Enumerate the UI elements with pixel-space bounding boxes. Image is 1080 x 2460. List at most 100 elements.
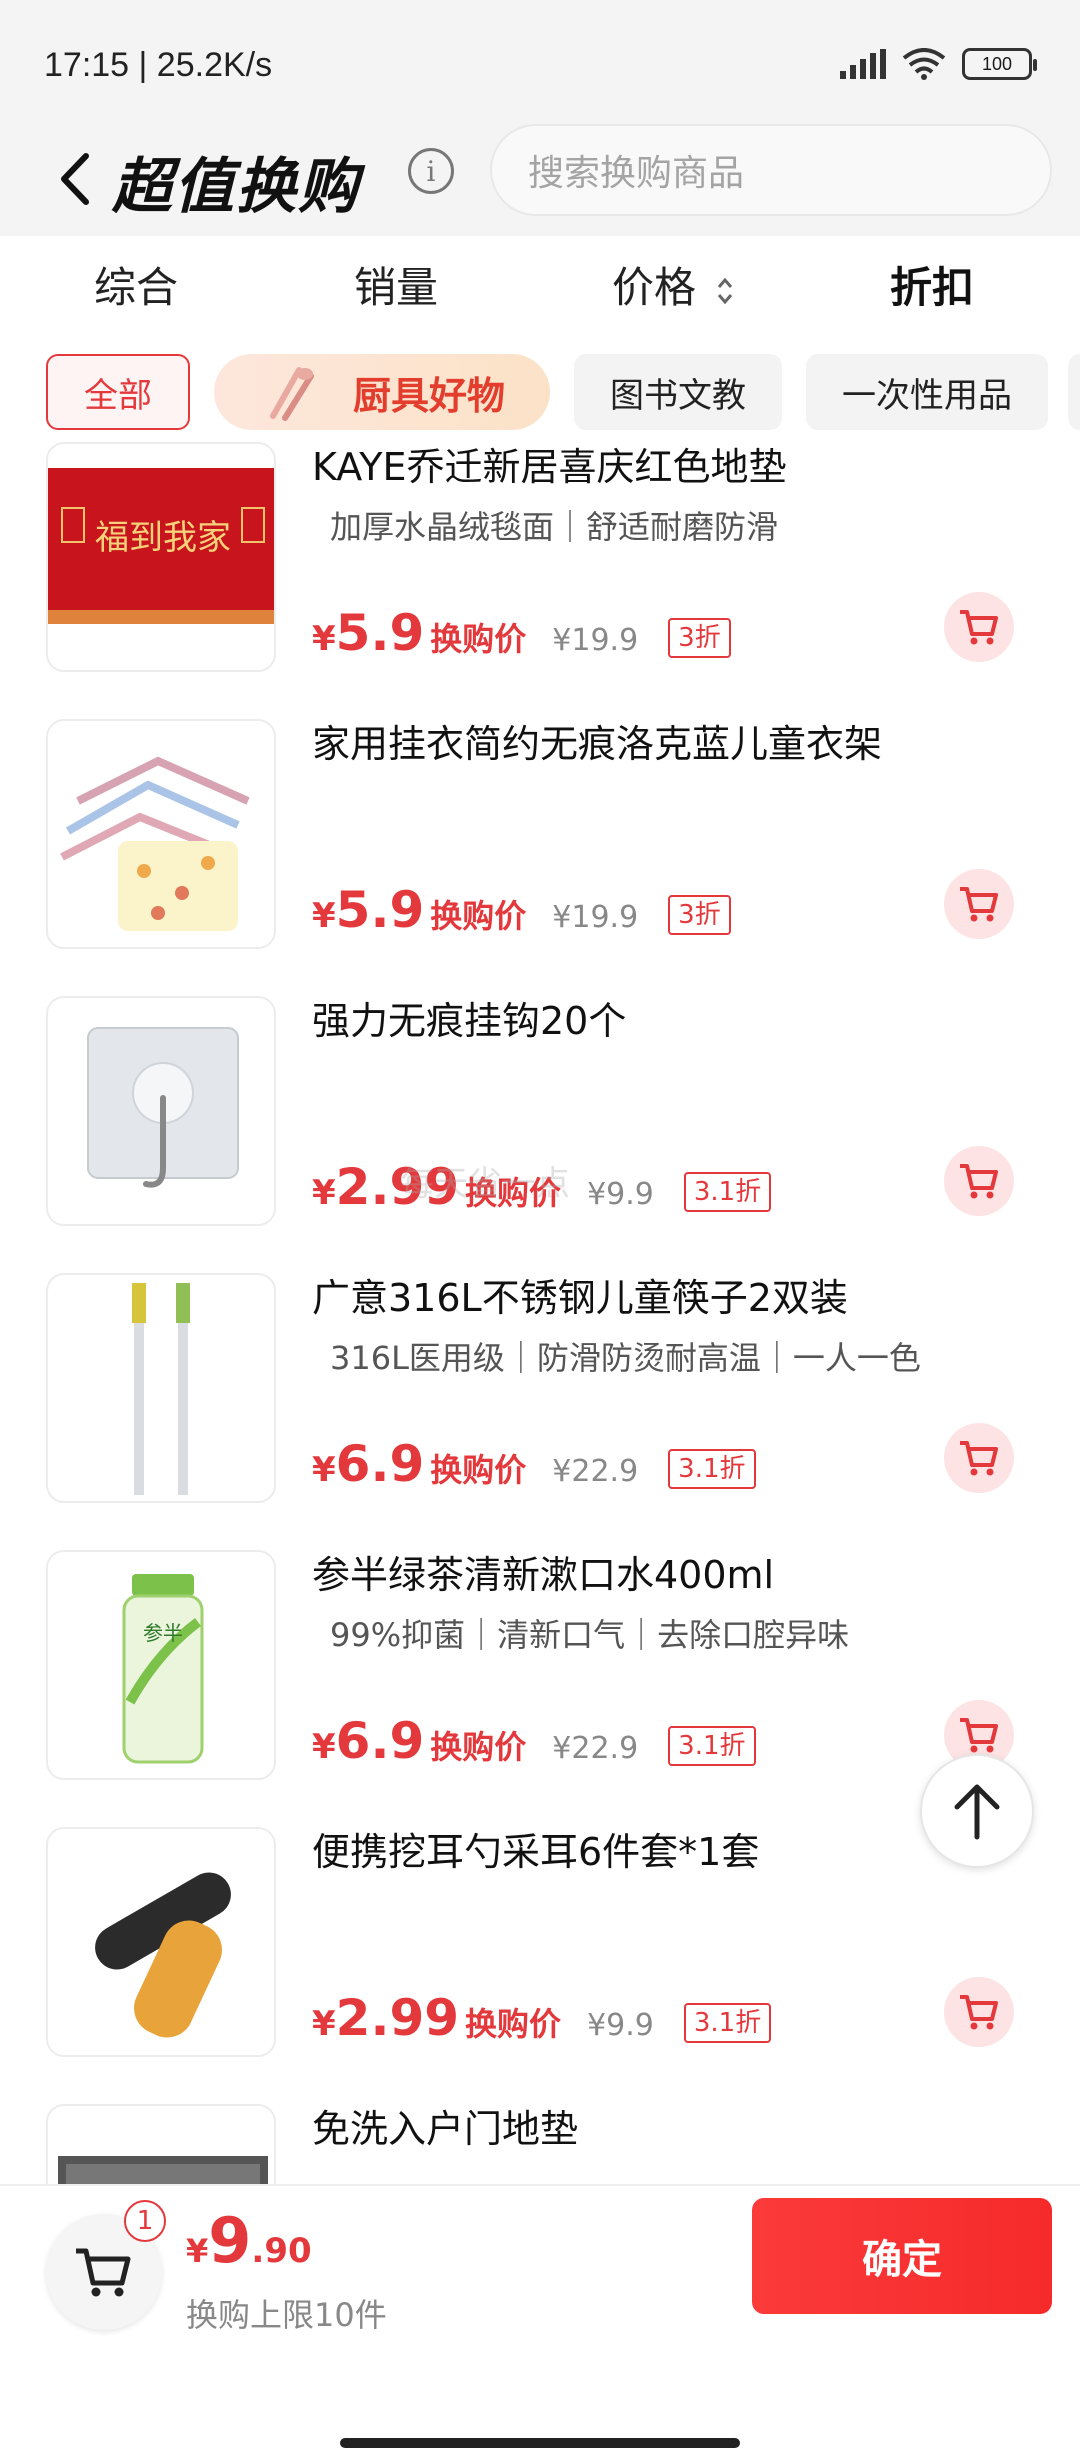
product-image	[46, 996, 276, 1226]
exchange-price: 6.9	[335, 1435, 425, 1493]
product-item[interactable]: 福到我家 KAYE乔迁新居喜庆红色地垫 加厚水晶绒毯面｜舒适耐磨防滑 ¥ 5.9…	[0, 440, 1080, 703]
yen-symbol: ¥	[312, 1450, 336, 1490]
total-yen: ¥	[186, 2232, 209, 2270]
product-item[interactable]: 参半 参半绿茶清新漱口水400ml 99%抑菌｜清新口气｜去除口腔异味 ¥ 6.…	[0, 1534, 1080, 1811]
product-item[interactable]: 免洗入户门地垫	[0, 2088, 1080, 2184]
yen-symbol: ¥	[312, 1727, 336, 1767]
category-disposable[interactable]: 一次性用品	[806, 354, 1048, 430]
discount-badge: 3折	[668, 618, 731, 658]
sort-bar: 综合 销量 价格 折扣	[0, 236, 1080, 332]
product-image: 参半	[46, 1550, 276, 1780]
cart-icon	[960, 1441, 998, 1476]
price-label: 换购价	[430, 1451, 527, 1489]
exchange-price: 5.9	[335, 881, 425, 939]
add-to-cart-button[interactable]	[944, 1146, 1014, 1216]
total-integer: 9	[208, 2204, 252, 2277]
sort-tab-discount[interactable]: 折扣	[890, 254, 974, 315]
exchange-limit: 换购上限10件	[186, 2296, 387, 2334]
price-label: 换购价	[430, 620, 527, 658]
discount-badge: 3.1折	[668, 1726, 756, 1766]
discount-badge: 3.1折	[668, 1449, 756, 1489]
product-image	[46, 1273, 276, 1503]
category-books[interactable]: 图书文教	[574, 354, 782, 430]
total-price: ¥9.90	[186, 2204, 312, 2277]
product-tags: 加厚水晶绒毯面｜舒适耐磨防滑	[330, 508, 779, 546]
add-to-cart-button[interactable]	[944, 1977, 1014, 2047]
status-time: 17:15 | 25.2K/s	[44, 46, 273, 84]
yen-symbol: ¥	[312, 896, 336, 936]
product-name: 免洗入户门地垫	[312, 2107, 579, 2151]
yen-symbol: ¥	[312, 1173, 336, 1213]
original-price: ¥22.9	[552, 1454, 639, 1489]
price-label: 换购价	[430, 897, 527, 935]
cart-icon	[960, 1718, 998, 1753]
cart-icon	[960, 1164, 998, 1199]
discount-badge: 3折	[668, 895, 731, 935]
product-image: 福到我家	[46, 442, 276, 672]
product-image	[46, 1827, 276, 2057]
back-arrow-icon[interactable]	[48, 144, 108, 214]
product-name: 强力无痕挂钩20个	[312, 999, 627, 1043]
product-item[interactable]: 广意316L不锈钢儿童筷子2双装 316L医用级｜防滑防烫耐高温｜一人一色 ¥ …	[0, 1257, 1080, 1534]
product-item[interactable]: 强力无痕挂钩20个 ¥ 2.99 换购价 ¥9.9 3.1折	[0, 980, 1080, 1257]
product-name: 参半绿茶清新漱口水400ml	[312, 1553, 775, 1597]
thumb-text: 福到我家	[95, 518, 231, 558]
product-tags: 99%抑菌｜清新口气｜去除口腔异味	[330, 1616, 850, 1654]
price-row: ¥ 6.9 换购价 ¥22.9 3.1折	[312, 1435, 756, 1495]
discount-badge: 3.1折	[683, 1172, 772, 1212]
product-name: KAYE乔迁新居喜庆红色地垫	[312, 445, 787, 489]
add-to-cart-button[interactable]	[944, 869, 1014, 939]
sort-tab-comprehensive[interactable]: 综合	[94, 254, 178, 315]
info-icon[interactable]: i	[408, 148, 454, 194]
product-list: 福到我家 KAYE乔迁新居喜庆红色地垫 加厚水晶绒毯面｜舒适耐磨防滑 ¥ 5.9…	[0, 440, 1080, 2184]
wifi-icon	[902, 48, 946, 80]
price-row: ¥ 5.9 换购价 ¥19.9 3折	[312, 881, 731, 941]
price-label: 换购价	[465, 2005, 562, 2043]
sort-tab-sales[interactable]: 销量	[354, 254, 438, 315]
confirm-button[interactable]: 确定	[752, 2198, 1052, 2314]
cart-count-badge: 1	[124, 2200, 166, 2242]
sort-arrows-icon	[718, 277, 733, 304]
status-icons: 100	[840, 48, 1037, 80]
category-all[interactable]: 全部	[46, 354, 190, 430]
original-price: ¥19.9	[552, 623, 639, 658]
cart-icon	[960, 1995, 998, 2030]
search-input[interactable]: 搜索换购商品	[490, 124, 1052, 216]
category-kitchen[interactable]: 厨具好物	[214, 354, 550, 430]
add-to-cart-button[interactable]	[944, 592, 1014, 662]
price-row: ¥ 5.9 换购价 ¥19.9 3折	[312, 604, 731, 664]
page-title: 超值换购	[112, 152, 360, 222]
yen-symbol: ¥	[312, 2004, 336, 2044]
category-kitchen-label: 厨具好物	[352, 373, 505, 418]
cart-icon	[76, 2248, 131, 2297]
scroll-to-top-button[interactable]	[920, 1754, 1034, 1868]
cart-icon	[960, 887, 998, 922]
add-to-cart-button[interactable]	[944, 1423, 1014, 1493]
home-indicator[interactable]	[340, 2438, 740, 2448]
thumb-text: 参半	[143, 1621, 183, 1645]
price-row: ¥ 2.99 换购价 ¥9.9 3.1折	[312, 1989, 772, 2049]
exchange-price: 6.9	[335, 1712, 425, 1770]
discount-badge: 3.1折	[683, 2003, 772, 2043]
battery-icon: 100	[962, 48, 1037, 80]
sort-tab-price[interactable]: 价格	[612, 254, 735, 315]
original-price: ¥19.9	[552, 900, 639, 935]
exchange-price: 5.9	[335, 604, 425, 662]
original-price: ¥9.9	[587, 1177, 654, 1212]
category-more[interactable]	[1068, 354, 1080, 430]
signal-icon	[840, 49, 886, 79]
product-name: 广意316L不锈钢儿童筷子2双装	[312, 1276, 848, 1320]
arrow-up-icon	[954, 1784, 1000, 1840]
product-image	[46, 719, 276, 949]
product-item[interactable]: 家用挂衣简约无痕洛克蓝儿童衣架 ¥ 5.9 换购价 ¥19.9 3折	[0, 703, 1080, 980]
product-item[interactable]: 便携挖耳勺采耳6件套*1套 ¥ 2.99 换购价 ¥9.9 3.1折	[0, 1811, 1080, 2088]
product-image	[46, 2104, 276, 2184]
price-label: 换购价	[430, 1728, 527, 1766]
product-tags: 316L医用级｜防滑防烫耐高温｜一人一色	[330, 1339, 921, 1377]
yen-symbol: ¥	[312, 619, 336, 659]
total-decimal: .90	[251, 2231, 312, 2271]
kitchen-utensil-icon	[269, 367, 314, 421]
bottom-bar: 1 ¥9.90 换购上限10件 确定	[0, 2184, 1080, 2460]
original-price: ¥22.9	[552, 1731, 639, 1766]
watermark: 每天省一点	[400, 1164, 570, 1204]
